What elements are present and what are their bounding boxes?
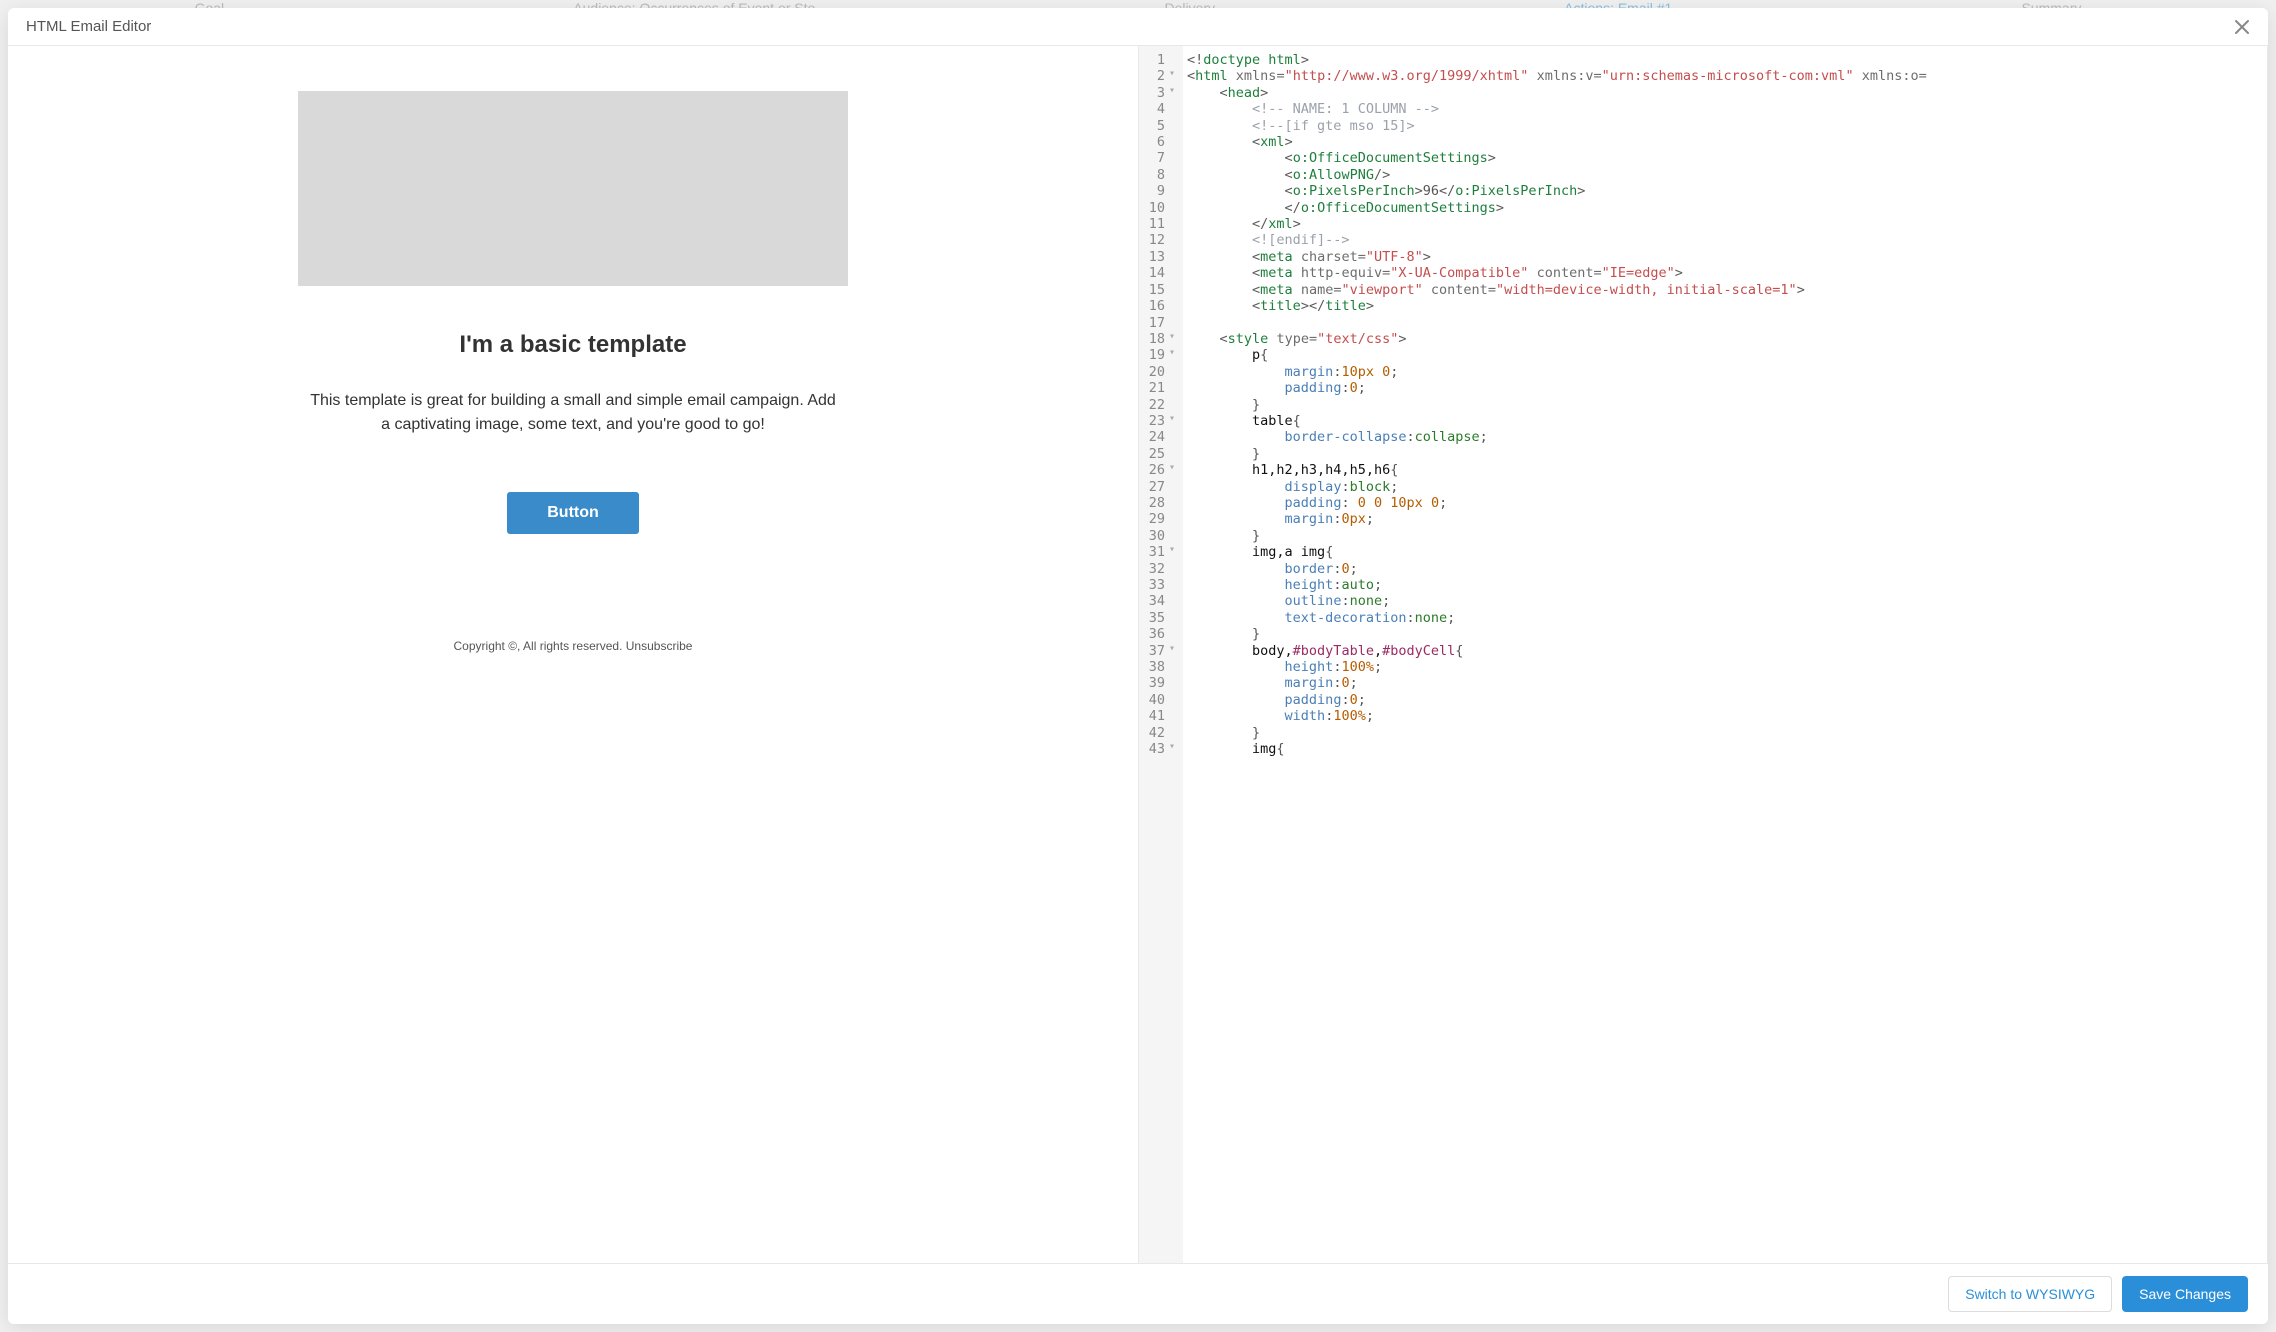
fold-marker-icon[interactable]: ▾: [1169, 83, 1175, 99]
fold-marker-icon[interactable]: ▾: [1169, 411, 1175, 427]
fold-marker-icon[interactable]: ▾: [1169, 739, 1175, 755]
switch-wysiwyg-button[interactable]: Switch to WYSIWYG: [1948, 1276, 2112, 1312]
preview-body-text: This template is great for building a sm…: [298, 389, 848, 437]
code-gutter: 12▾3▾456789101112131415161718▾19▾2021222…: [1138, 46, 1183, 1263]
preview-footer: Copyright ©, All rights reserved. Unsubs…: [298, 639, 848, 653]
fold-marker-icon[interactable]: ▾: [1169, 329, 1175, 345]
email-preview-content: I'm a basic template This template is gr…: [298, 91, 848, 653]
modal-body: I'm a basic template This template is gr…: [8, 46, 2268, 1263]
preview-unsubscribe-link[interactable]: Unsubscribe: [626, 639, 693, 653]
html-email-editor-modal: HTML Email Editor I'm a basic template T…: [8, 8, 2268, 1324]
fold-marker-icon[interactable]: ▾: [1169, 345, 1175, 361]
fold-marker-icon[interactable]: ▾: [1169, 66, 1175, 82]
preview-image-placeholder: [298, 91, 848, 286]
preview-heading: I'm a basic template: [298, 331, 848, 359]
fold-marker-icon[interactable]: ▾: [1169, 641, 1175, 657]
email-preview-pane: I'm a basic template This template is gr…: [8, 46, 1138, 1263]
preview-cta-button[interactable]: Button: [507, 492, 639, 534]
fold-marker-icon[interactable]: ▾: [1169, 542, 1175, 558]
save-changes-button[interactable]: Save Changes: [2122, 1276, 2248, 1312]
code-editor-pane[interactable]: 12▾3▾456789101112131415161718▾19▾2021222…: [1138, 46, 2268, 1263]
close-icon[interactable]: [2234, 19, 2250, 35]
fold-marker-icon[interactable]: ▾: [1169, 460, 1175, 476]
modal-footer: Switch to WYSIWYG Save Changes: [8, 1263, 2268, 1324]
preview-copyright: Copyright ©, All rights reserved.: [454, 639, 626, 653]
modal-header: HTML Email Editor: [8, 8, 2268, 46]
modal-title: HTML Email Editor: [26, 18, 151, 35]
code-area[interactable]: <!doctype html><html xmlns="http://www.w…: [1183, 46, 2268, 1263]
